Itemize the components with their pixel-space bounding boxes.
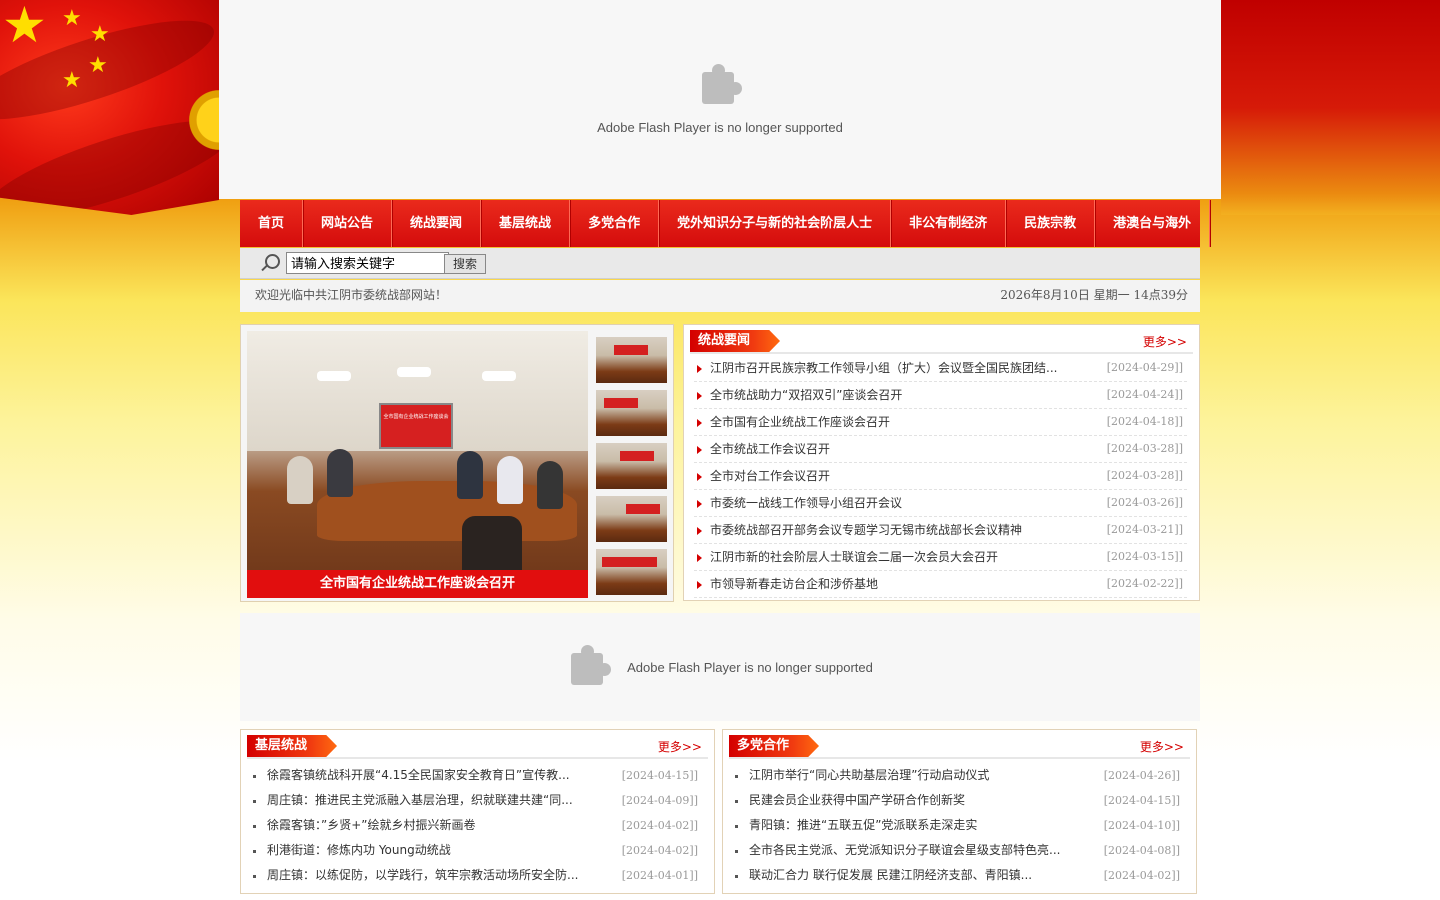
flash-banner-top: Adobe Flash Player is no longer supporte… [219,0,1221,199]
list-item[interactable]: 全市统战助力“双招双引”座谈会召开 [2024-04-24]] [694,382,1187,409]
news-list: 江阴市召开民族宗教工作领导小组（扩大）会议暨全国民族团结... [2024-04-… [684,355,1199,598]
list-item[interactable]: 江阴市召开民族宗教工作领导小组（扩大）会议暨全国民族团结... [2024-04-… [694,355,1187,382]
list-item[interactable]: 市委统一战线工作领导小组召开会议 [2024-03-26]] [694,490,1187,517]
nav-item-announcements[interactable]: 网站公告 [303,200,393,247]
bullet-icon [253,825,256,828]
multiparty-more-link[interactable]: 更多>> [1140,738,1184,755]
slider-thumbnail[interactable] [596,337,667,383]
nav-item-ethnic-religion[interactable]: 民族宗教 [1006,200,1096,247]
slider-thumbnail[interactable] [596,390,667,436]
star-icon: ★ [62,6,82,31]
multiparty-list: 江阴市举行“同心共助基层治理”行动启动仪式 [2024-04-26]] 民建会员企… [723,760,1196,888]
news-more-link[interactable]: 更多>> [1143,333,1187,350]
welcome-bar: 欢迎光临中共江阴市委统战部网站！ 2026年8月10日 星期一 14点39分 [240,280,1200,312]
nav-item-overseas[interactable]: 港澳台与海外 [1095,200,1211,247]
main-nav: 首页 网站公告 统战要闻 基层统战 多党合作 党外知识分子与新的社会阶层人士 非… [240,200,1211,247]
star-icon: ★ [88,53,108,78]
flash-message: Adobe Flash Player is no longer supporte… [597,120,843,135]
arrow-icon [697,419,702,427]
star-icon: ★ [90,22,110,47]
grassroots-more-link[interactable]: 更多>> [658,738,702,755]
search-icon [265,254,280,269]
bullet-icon [735,775,738,778]
welcome-text: 欢迎光临中共江阴市委统战部网站！ [255,288,448,302]
bullet-icon [253,800,256,803]
slider-caption[interactable]: 全市国有企业统战工作座谈会召开 [247,570,588,598]
bullet-icon [735,875,738,878]
plugin-puzzle-icon [567,645,612,689]
search-button[interactable]: 搜索 [444,254,486,274]
list-item[interactable]: 江阴市举行“同心共助基层治理”行动启动仪式 [2024-04-26]] [733,763,1184,788]
current-datetime: 2026年8月10日 星期一 14点39分 [1000,288,1188,302]
photo-slider: 全市国有企业统战工作座谈会 全市国有企业统战工作座谈会召开 [240,324,674,602]
list-item[interactable]: 民建会员企业获得中国产学研合作创新奖 [2024-04-15]] [733,788,1184,813]
banner-right [1221,0,1440,215]
flash-message: Adobe Flash Player is no longer supporte… [627,659,873,675]
flash-banner-middle: Adobe Flash Player is no longer supporte… [240,613,1200,721]
bullet-icon [735,850,738,853]
list-item[interactable]: 周庄镇：推进民主党派融入基层治理，织就联建共建“同... [2024-04-09]… [251,788,702,813]
list-item[interactable]: 市委统战部召开部务会议专题学习无锡市统战部长会议精神 [2024-03-21]] [694,517,1187,544]
slider-thumbnail[interactable] [596,549,667,595]
nav-item-home[interactable]: 首页 [240,200,304,247]
star-icon: ★ [2,0,47,54]
nav-item-intellectuals[interactable]: 党外知识分子与新的社会阶层人士 [659,200,892,247]
grassroots-list: 徐霞客镇统战科开展“4.15全民国家安全教育日”宣传教... [2024-04-1… [241,760,714,888]
list-item[interactable]: 全市对台工作会议召开 [2024-03-28]] [694,463,1187,490]
bullet-icon [253,875,256,878]
multiparty-panel-title: 多党合作 [729,735,820,757]
list-item[interactable]: 全市统战工作会议召开 [2024-03-28]] [694,436,1187,463]
slider-main-photo[interactable]: 全市国有企业统战工作座谈会 [247,331,588,598]
arrow-icon [697,392,702,400]
slider-thumbnails [596,337,667,602]
list-item[interactable]: 青阳镇：推进“五联五促”党派联系走深走实 [2024-04-10]] [733,813,1184,838]
list-item[interactable]: 周庄镇：以练促防，以学践行，筑牢宗教活动场所安全防... [2024-04-01]… [251,863,702,888]
bullet-icon [253,850,256,853]
list-item[interactable]: 全市各民主党派、无党派知识分子联谊会星级支部特色亮... [2024-04-08]… [733,838,1184,863]
star-icon: ★ [62,68,82,93]
arrow-icon [697,365,702,373]
nav-item-multiparty[interactable]: 多党合作 [570,200,660,247]
slider-thumbnail[interactable] [596,496,667,542]
list-item[interactable]: 市领导新春走访台企和涉侨基地 [2024-02-22]] [694,571,1187,598]
list-item[interactable]: 徐霞客镇统战科开展“4.15全民国家安全教育日”宣传教... [2024-04-1… [251,763,702,788]
search-bar: 请输入搜索关键字 搜索 [240,248,1200,279]
nav-item-news[interactable]: 统战要闻 [392,200,482,247]
nav-item-nonpublic-economy[interactable]: 非公有制经济 [891,200,1007,247]
arrow-icon [697,500,702,508]
arrow-icon [697,581,702,589]
bullet-icon [253,775,256,778]
grassroots-panel-title: 基层统战 [247,735,338,757]
arrow-icon [697,473,702,481]
flag-banner-left: ★ ★ ★ ★ ★ [0,0,219,215]
list-item[interactable]: 利港街道：修炼内功 Young动统战 [2024-04-02]] [251,838,702,863]
search-input[interactable]: 请输入搜索关键字 [286,252,449,274]
grassroots-panel: 基层统战 更多>> 徐霞客镇统战科开展“4.15全民国家安全教育日”宣传教...… [240,729,715,894]
multiparty-panel: 多党合作 更多>> 江阴市举行“同心共助基层治理”行动启动仪式 [2024-04-… [722,729,1197,894]
plugin-puzzle-icon [698,64,742,108]
list-item[interactable]: 江阴市新的社会阶层人士联谊会二届一次会员大会召开 [2024-03-15]] [694,544,1187,571]
bullet-icon [735,825,738,828]
nav-item-grassroots[interactable]: 基层统战 [481,200,571,247]
list-item[interactable]: 联动汇合力 联行促发展 民建江阴经济支部、青阳镇... [2024-04-02]] [733,863,1184,888]
arrow-icon [697,554,702,562]
arrow-icon [697,446,702,454]
meeting-screen: 全市国有企业统战工作座谈会 [379,403,453,449]
slider-thumbnail[interactable] [596,443,667,489]
bullet-icon [735,800,738,803]
list-item[interactable]: 全市国有企业统战工作座谈会召开 [2024-04-18]] [694,409,1187,436]
arrow-icon [697,527,702,535]
news-panel: 统战要闻 更多>> 江阴市召开民族宗教工作领导小组（扩大）会议暨全国民族团结..… [683,324,1200,601]
list-item[interactable]: 徐霞客镇：”乡贤+”绘就乡村振兴新画卷 [2024-04-02]] [251,813,702,838]
news-panel-title: 统战要闻 [690,330,781,352]
